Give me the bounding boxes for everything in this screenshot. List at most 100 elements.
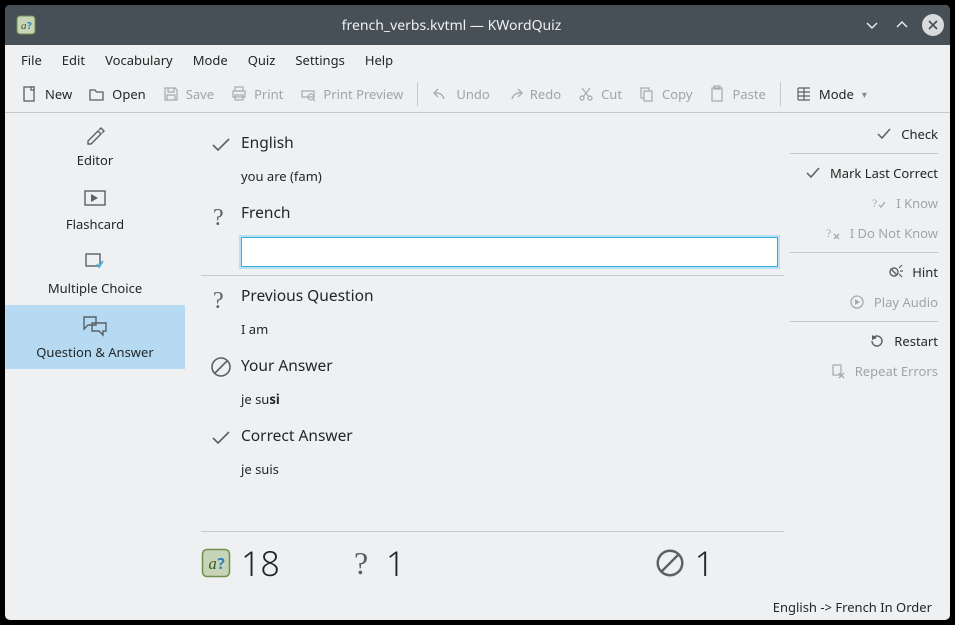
- new-button-label: New: [45, 85, 72, 103]
- question-x-icon: ?: [824, 224, 842, 242]
- check-button[interactable]: Check: [790, 119, 938, 149]
- app-score-icon: a ?: [201, 548, 231, 578]
- sidebar: Editor Flashcard Multiple Choice Questio…: [5, 113, 185, 594]
- score-unanswered: ? 1: [352, 540, 405, 586]
- previous-question-label: Previous Question: [241, 284, 784, 306]
- previous-question-value: I am: [241, 320, 784, 338]
- mark-last-correct-button[interactable]: Mark Last Correct: [790, 158, 938, 188]
- svg-text:?: ?: [213, 288, 224, 312]
- status-text: English -> French In Order: [773, 598, 932, 616]
- toolbar-separator: [417, 82, 418, 106]
- window-buttons: [862, 14, 944, 36]
- menu-vocabulary[interactable]: Vocabulary: [95, 46, 183, 74]
- open-button[interactable]: Open: [80, 81, 154, 107]
- svg-text:?: ?: [826, 226, 831, 240]
- sidebar-item-question-answer[interactable]: Question & Answer: [5, 305, 185, 369]
- new-button[interactable]: New: [13, 81, 80, 107]
- print-preview-button-label: Print Preview: [323, 85, 403, 103]
- paste-button: Paste: [700, 81, 773, 107]
- hint-button-label: Hint: [912, 263, 938, 281]
- multiple-choice-icon: [81, 251, 109, 273]
- flashcard-icon: [81, 187, 109, 209]
- play-audio-button: Play Audio: [790, 287, 938, 317]
- repeat-errors-icon: [829, 362, 847, 380]
- window-title: french_verbs.kvtml — KWordQuiz: [41, 16, 862, 35]
- i-do-not-know-button: ? I Do Not Know: [790, 218, 938, 248]
- i-do-not-know-label: I Do Not Know: [850, 224, 938, 242]
- paste-icon: [708, 85, 726, 103]
- sidebar-item-flashcard[interactable]: Flashcard: [5, 177, 185, 241]
- svg-text:?: ?: [27, 18, 32, 32]
- english-label: English: [241, 131, 784, 153]
- mode-icon: [795, 85, 813, 103]
- svg-text:?: ?: [872, 196, 877, 210]
- no-score-icon: [655, 548, 685, 578]
- maximize-button[interactable]: [892, 15, 912, 35]
- toolbar: New Open Save Print Print Preview: [5, 75, 950, 113]
- action-separator: [790, 252, 938, 253]
- hint-button[interactable]: Hint: [790, 257, 938, 287]
- sidebar-item-label: Editor: [77, 151, 114, 169]
- chevron-down-icon: ▾: [862, 87, 867, 101]
- mark-last-correct-label: Mark Last Correct: [830, 164, 938, 182]
- sidebar-item-label: Flashcard: [66, 215, 124, 233]
- undo-button: Undo: [424, 81, 497, 107]
- menu-file[interactable]: File: [11, 46, 52, 74]
- no-icon: [201, 354, 241, 378]
- cut-button-label: Cut: [601, 85, 622, 103]
- check-icon: [875, 125, 893, 143]
- menu-help[interactable]: Help: [355, 46, 403, 74]
- question-answer-icon: [81, 315, 109, 337]
- restart-icon: [868, 332, 886, 350]
- toolbar-separator-2: [780, 82, 781, 106]
- hint-icon: [886, 263, 904, 281]
- svg-text:?: ?: [213, 205, 224, 229]
- mode-button[interactable]: Mode ▾: [787, 81, 875, 107]
- mode-button-label: Mode: [819, 85, 854, 103]
- restart-button[interactable]: Restart: [790, 326, 938, 356]
- score-wrong: 1: [655, 540, 714, 586]
- save-icon: [162, 85, 180, 103]
- english-value: you are (fam): [241, 167, 784, 185]
- print-button: Print: [222, 81, 291, 107]
- application-window: a ? french_verbs.kvtml — KWordQuiz File …: [5, 5, 950, 620]
- pencil-icon: [81, 123, 109, 145]
- file-new-icon: [21, 85, 39, 103]
- menu-quiz[interactable]: Quiz: [238, 46, 286, 74]
- correct-answer-value: je suis: [241, 460, 784, 478]
- print-button-label: Print: [254, 85, 283, 103]
- play-audio-label: Play Audio: [874, 293, 938, 311]
- your-answer-row: Your Answer je susi: [201, 346, 784, 416]
- answer-input[interactable]: [241, 237, 778, 267]
- app-icon: a ?: [15, 14, 37, 36]
- correct-answer-row: Correct Answer je suis: [201, 416, 784, 486]
- redo-button: Redo: [498, 81, 569, 107]
- check-icon: [804, 164, 822, 182]
- score-remaining-value: 18: [241, 540, 280, 586]
- close-button[interactable]: [922, 14, 944, 36]
- action-separator: [790, 321, 938, 322]
- print-preview-button: Print Preview: [291, 81, 411, 107]
- svg-text:?: ?: [218, 554, 225, 574]
- action-bar: Check Mark Last Correct ? I Know: [790, 113, 950, 594]
- sidebar-item-label: Multiple Choice: [48, 279, 142, 297]
- action-separator: [790, 153, 938, 154]
- menu-settings[interactable]: Settings: [285, 46, 354, 74]
- undo-button-label: Undo: [456, 85, 489, 103]
- play-icon: [848, 293, 866, 311]
- question-icon: ?: [201, 284, 241, 312]
- your-answer-label: Your Answer: [241, 354, 784, 376]
- menu-edit[interactable]: Edit: [52, 46, 95, 74]
- i-know-label: I Know: [896, 194, 938, 212]
- question-row-french: ? French: [201, 193, 784, 276]
- cut-icon: [577, 85, 595, 103]
- your-answer-value: je susi: [241, 390, 784, 408]
- copy-button-label: Copy: [662, 85, 692, 103]
- menu-mode[interactable]: Mode: [183, 46, 238, 74]
- sidebar-item-editor[interactable]: Editor: [5, 113, 185, 177]
- copy-icon: [638, 85, 656, 103]
- question-score-icon: ?: [352, 546, 376, 580]
- minimize-button[interactable]: [862, 15, 882, 35]
- sidebar-item-multiple-choice[interactable]: Multiple Choice: [5, 241, 185, 305]
- paste-button-label: Paste: [732, 85, 765, 103]
